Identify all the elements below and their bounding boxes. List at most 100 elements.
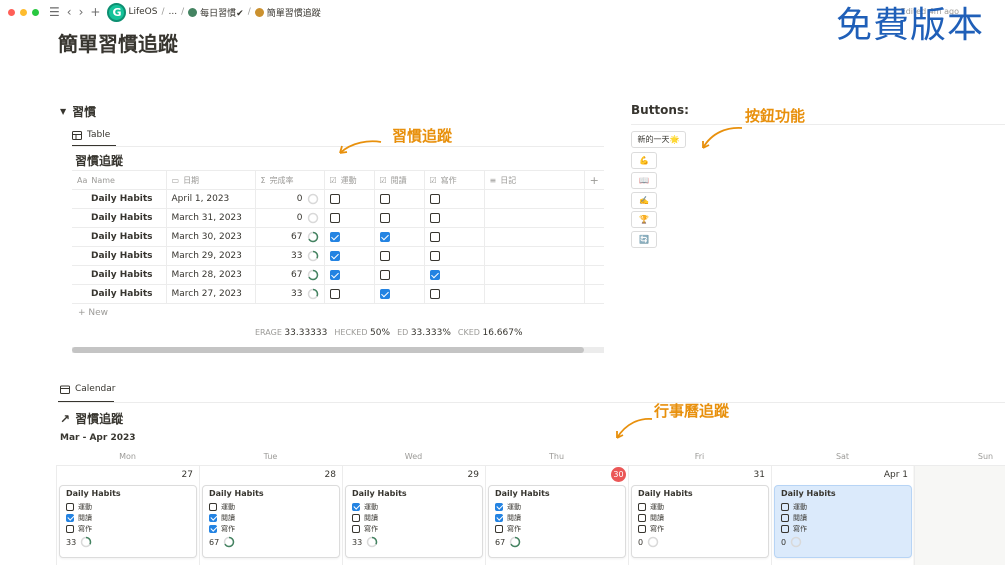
cell-journal[interactable] — [484, 189, 585, 209]
calc-average[interactable]: ERAGE 33.33333 — [255, 328, 327, 338]
cell-write[interactable] — [424, 284, 485, 304]
cell-date[interactable]: March 29, 2023 — [166, 246, 256, 266]
day-number[interactable]: 31 — [725, 470, 765, 480]
checkbox[interactable] — [379, 231, 390, 242]
checkbox[interactable] — [379, 288, 390, 299]
checkbox[interactable] — [495, 524, 503, 533]
checkbox[interactable] — [429, 250, 440, 261]
add-icon[interactable]: + — [90, 6, 100, 18]
cell-read[interactable] — [374, 265, 425, 285]
checkbox[interactable] — [379, 269, 390, 280]
today-day-number[interactable]: 30 — [611, 467, 626, 482]
cell-write[interactable] — [424, 189, 485, 209]
table-row[interactable]: Daily Habits March 28, 2023 67 — [72, 265, 604, 285]
checkbox[interactable] — [66, 524, 74, 533]
calendar-card[interactable]: Daily Habits 運動 閱讀 寫作 67 — [488, 485, 626, 558]
cell-name[interactable]: Daily Habits — [72, 208, 167, 228]
breadcrumb-current-page[interactable]: 簡單習慣追蹤 — [267, 6, 321, 19]
day-number[interactable]: Apr 1 — [868, 470, 908, 480]
calendar-card[interactable]: Daily Habits 運動 閱讀 寫作 33 — [345, 485, 483, 558]
day-number[interactable]: 27 — [153, 470, 193, 480]
table-row[interactable]: Daily Habits March 27, 2023 33 — [72, 284, 604, 304]
cell-name[interactable]: Daily Habits — [72, 265, 167, 285]
cell-name[interactable]: Daily Habits — [72, 246, 167, 266]
checkbox[interactable] — [329, 269, 340, 280]
cell-name[interactable]: Daily Habits — [72, 189, 167, 209]
column-header-completion[interactable]: Σ 完成率 — [255, 170, 325, 190]
column-header-date[interactable]: ▭ 日期 — [166, 170, 256, 190]
column-header-reading[interactable]: ☑ 閱讀 — [374, 170, 425, 190]
checkbox[interactable] — [352, 524, 360, 533]
close-window-button[interactable] — [8, 8, 15, 16]
checkbox[interactable] — [429, 212, 440, 223]
calendar-database-title[interactable]: ↗ 習慣追蹤 — [60, 410, 123, 427]
checkbox[interactable] — [495, 502, 503, 511]
checkbox[interactable] — [495, 513, 503, 522]
cell-journal[interactable] — [484, 208, 585, 228]
checkbox[interactable] — [781, 524, 789, 533]
cell-journal[interactable] — [484, 284, 585, 304]
cell-read[interactable] — [374, 227, 425, 247]
toggle-triangle-icon[interactable]: ▼ — [60, 107, 66, 116]
cell-write[interactable] — [424, 265, 485, 285]
checkbox[interactable] — [329, 193, 340, 204]
column-header-name[interactable]: Aa Name — [72, 170, 167, 190]
checkbox[interactable] — [209, 513, 217, 522]
calendar-card[interactable]: Daily Habits 運動 閱讀 寫作 0 — [631, 485, 769, 558]
add-column-button[interactable]: + — [584, 170, 604, 190]
cell-date[interactable]: March 31, 2023 — [166, 208, 256, 228]
checkbox[interactable] — [329, 250, 340, 261]
habit-toggle[interactable]: ▼ 習慣 — [60, 103, 96, 120]
cell-date[interactable]: April 1, 2023 — [166, 189, 256, 209]
checkbox[interactable] — [352, 513, 360, 522]
cell-ex[interactable] — [324, 189, 375, 209]
calc-checked[interactable]: HECKED 50% — [334, 328, 390, 338]
checkbox[interactable] — [379, 212, 390, 223]
cell-read[interactable] — [374, 246, 425, 266]
checkbox[interactable] — [379, 250, 390, 261]
tab-table[interactable]: Table — [72, 125, 110, 145]
habit-button[interactable]: 📖 — [631, 172, 657, 189]
habit-button[interactable]: 💪 — [631, 152, 657, 169]
cell-ex[interactable] — [324, 284, 375, 304]
column-header-exercise[interactable]: ☑ 運動 — [324, 170, 375, 190]
checkbox[interactable] — [66, 502, 74, 511]
cell-read[interactable] — [374, 284, 425, 304]
table-row[interactable]: Daily Habits April 1, 2023 0 — [72, 189, 604, 209]
checkbox[interactable] — [352, 502, 360, 511]
breadcrumb-lifeos[interactable]: LifeOS — [128, 7, 157, 17]
table-row[interactable]: Daily Habits March 31, 2023 0 — [72, 208, 604, 228]
cell-name[interactable]: Daily Habits — [72, 284, 167, 304]
checkbox[interactable] — [781, 513, 789, 522]
checkbox[interactable] — [329, 231, 340, 242]
cell-ex[interactable] — [324, 246, 375, 266]
grammarly-icon[interactable]: G — [107, 2, 127, 22]
cell-journal[interactable] — [484, 265, 585, 285]
checkbox[interactable] — [429, 231, 440, 242]
checkbox[interactable] — [429, 269, 440, 280]
calendar-card[interactable]: Daily Habits 運動 閱讀 寫作 0 — [774, 485, 912, 558]
calendar-card[interactable]: Daily Habits 運動 閱讀 寫作 33 — [59, 485, 197, 558]
cell-ex[interactable] — [324, 265, 375, 285]
checkbox[interactable] — [429, 288, 440, 299]
database-title[interactable]: 習慣追蹤 — [75, 152, 123, 169]
checkbox[interactable] — [638, 502, 646, 511]
breadcrumb-daily-habits[interactable]: 每日習慣✔ — [200, 6, 244, 19]
habit-button[interactable]: 🔄 — [631, 231, 657, 248]
forward-icon[interactable]: › — [79, 6, 84, 18]
cell-name[interactable]: Daily Habits — [72, 227, 167, 247]
column-header-journal[interactable]: ≡ 日記 — [484, 170, 585, 190]
calc-percent[interactable]: ED 33.333% — [397, 328, 451, 338]
checkbox[interactable] — [329, 212, 340, 223]
day-number[interactable]: 29 — [439, 470, 479, 480]
cell-date[interactable]: March 28, 2023 — [166, 265, 256, 285]
new-row-button[interactable]: + New — [78, 308, 108, 318]
cell-read[interactable] — [374, 189, 425, 209]
table-row[interactable]: Daily Habits March 29, 2023 33 — [72, 246, 604, 266]
checkbox[interactable] — [209, 524, 217, 533]
checkbox[interactable] — [781, 502, 789, 511]
cell-journal[interactable] — [484, 227, 585, 247]
checkbox[interactable] — [429, 193, 440, 204]
tab-calendar[interactable]: Calendar — [60, 384, 115, 394]
checkbox[interactable] — [66, 513, 74, 522]
